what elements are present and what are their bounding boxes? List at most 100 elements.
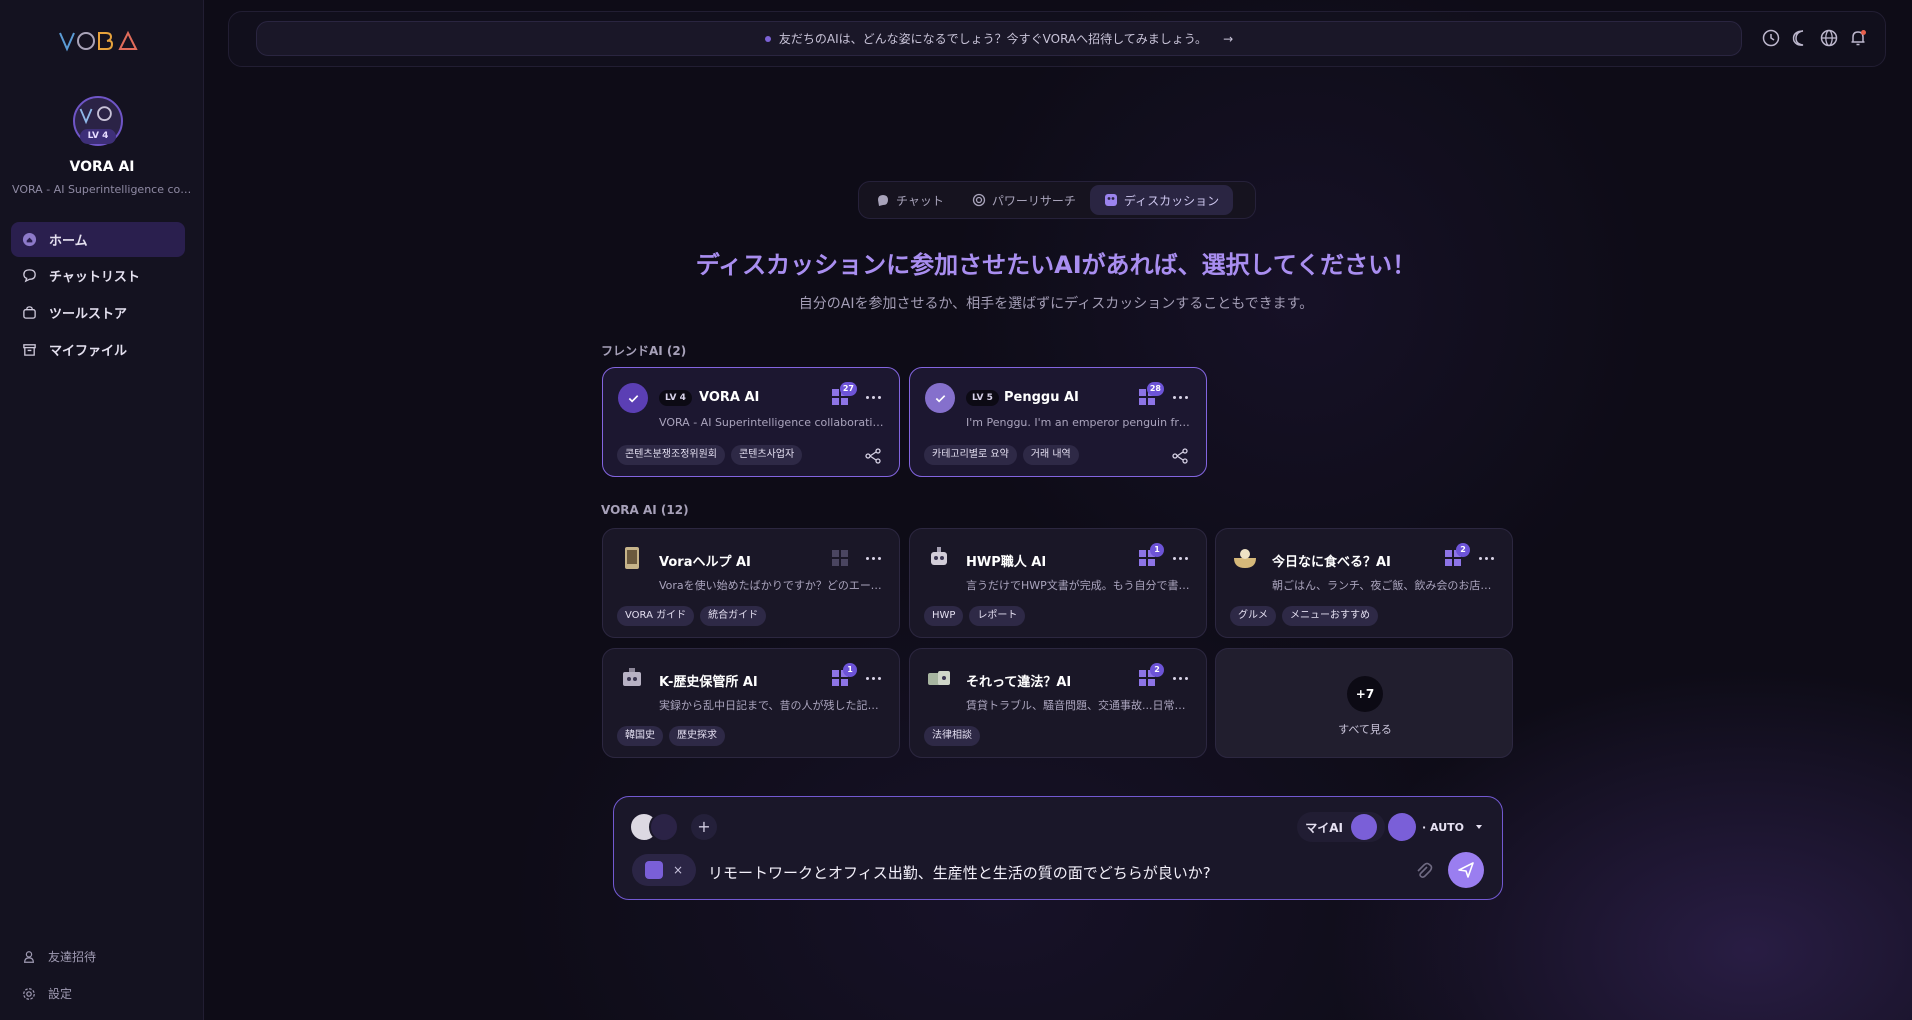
my-ai-toggle[interactable]: マイAI <box>1297 812 1385 842</box>
vora-card-food-ai[interactable]: 今日なに食べる？AI 2 朝ごはん、ランチ、夜ご飯、飲み会のお店ま... グルメ… <box>1215 528 1513 638</box>
settings-button[interactable]: 設定 <box>22 985 72 1002</box>
see-all-count: +7 <box>1347 676 1383 712</box>
card-name: HWP職人 AI <box>966 555 1047 570</box>
card-tag: 거래 내역 <box>1022 445 1079 465</box>
more-options-icon[interactable] <box>866 396 881 399</box>
chevron-down-icon <box>1476 825 1482 829</box>
invite-friend-button[interactable]: 友達招待 <box>22 948 96 965</box>
more-options-icon[interactable] <box>1173 396 1188 399</box>
tools-icon[interactable]: 1 <box>1138 543 1164 569</box>
history-icon[interactable] <box>1762 29 1780 47</box>
tools-count: 2 <box>1456 543 1470 557</box>
selected-check-icon[interactable] <box>925 383 955 413</box>
share-icon[interactable] <box>1172 448 1188 464</box>
tools-icon[interactable]: 27 <box>831 382 857 408</box>
participant-avatars[interactable] <box>629 812 679 842</box>
tab-discussion-label: ディスカッション <box>1123 193 1220 208</box>
gear-icon <box>23 987 35 1000</box>
more-options-icon[interactable] <box>1173 557 1188 560</box>
vora-card-legal-ai[interactable]: それって違法？AI 2 賃貸トラブル、騒音問題、交通事故...日常に... 法律… <box>909 648 1207 758</box>
announcement-banner[interactable]: 友だちのAIは、どんな姿になるでしょう？今すぐVORAへ招待してみましょう。 → <box>256 21 1742 56</box>
add-participant-button[interactable]: + <box>691 814 717 840</box>
more-options-icon[interactable] <box>1173 677 1188 680</box>
card-tag: 콘텐츠분쟁조정위원회 <box>617 445 725 465</box>
mode-tabs: チャット パワーリサーチ ディスカッション <box>858 181 1256 219</box>
discussion-icon <box>644 861 663 879</box>
more-options-icon[interactable] <box>866 677 881 680</box>
profile-desc: VORA - AI Superintelligence coll... <box>12 183 197 196</box>
globe-icon[interactable] <box>1820 29 1838 47</box>
send-button[interactable] <box>1448 852 1484 888</box>
research-icon <box>972 193 986 207</box>
card-name: それって違法？AI <box>966 675 1072 690</box>
tools-icon[interactable]: 2 <box>1444 543 1470 569</box>
card-tag: グルメ <box>1230 606 1276 626</box>
friend-card-penggu-ai[interactable]: LV 5 Penggu AI 28 I'm Penggu. I'm an emp… <box>909 367 1207 477</box>
tools-count: 1 <box>843 663 857 677</box>
card-tag: 法律相談 <box>924 726 980 746</box>
friend-card-vora-ai[interactable]: LV 4 VORA AI 27 VORA - AI Superintellige… <box>602 367 900 477</box>
profile-name: VORA AI <box>69 159 135 175</box>
card-tag: レポート <box>969 606 1026 626</box>
announcement-dot <box>764 35 771 42</box>
card-name: 今日なに食べる？AI <box>1272 555 1391 570</box>
mode-select[interactable]: · AUTO <box>1388 812 1484 842</box>
friend-ai-section-label: フレンドAI (2) <box>601 344 687 358</box>
vora-card-help-ai[interactable]: Voraヘルプ AI Voraを使い始めたばかりですか？どのエージ... VOR… <box>602 528 900 638</box>
tools-icon[interactable]: 28 <box>1138 382 1164 408</box>
discussion-mode-chip[interactable]: × <box>632 854 696 886</box>
archive-icon <box>23 344 36 356</box>
my-ai-avatar <box>1351 814 1377 840</box>
discussion-icon <box>1104 194 1117 206</box>
card-tag: 統合ガイド <box>700 606 767 626</box>
vora-card-hwp-ai[interactable]: HWP職人 AI 1 言うだけでHWP文書が完成。もう自分で書く... HWP … <box>909 528 1207 638</box>
chat-bubble-icon <box>878 195 888 206</box>
tab-chat[interactable]: チャット <box>862 185 958 215</box>
tab-power-research[interactable]: パワーリサーチ <box>958 185 1090 215</box>
paperclip-icon[interactable] <box>1414 861 1434 881</box>
vora-logo[interactable] <box>58 30 138 52</box>
see-all-label: すべて見る <box>1338 723 1392 736</box>
share-icon[interactable] <box>865 448 881 464</box>
more-options-icon[interactable] <box>1479 557 1494 560</box>
message-input[interactable]: リモートワークとオフィス出勤、生産性と生活の質の面でどちらが良いか? <box>708 862 1211 883</box>
card-tag: 카테고리별로 요약 <box>924 445 1017 465</box>
card-tag: 歴史探求 <box>669 726 725 746</box>
card-name: K-歴史保管所 AI <box>659 675 758 690</box>
tools-count: 27 <box>839 382 857 396</box>
card-name: Penggu AI <box>1004 390 1079 405</box>
tools-icon[interactable] <box>831 549 851 569</box>
card-desc: VORA - AI Superintelligence collaboratin… <box>659 416 885 429</box>
vora-ai-section-label: VORA AI (12) <box>601 503 689 517</box>
vora-avatar <box>649 812 679 842</box>
mode-select-label: · AUTO <box>1422 820 1464 834</box>
card-desc: I'm Penggu. I'm an emperor penguin from … <box>966 416 1192 429</box>
invite-friend-label: 友達招待 <box>48 950 97 964</box>
sidebar: LV 4 VORA AI VORA - AI Superintelligence… <box>0 0 204 1020</box>
tab-discussion[interactable]: ディスカッション <box>1089 185 1234 215</box>
nav-my-files[interactable]: マイファイル <box>11 332 185 367</box>
page-subline: 自分のAIを参加させるか、相手を選ばずにディスカッションすることもできます。 <box>798 296 1314 312</box>
tab-power-research-label: パワーリサーチ <box>991 193 1076 208</box>
my-ai-label: マイAI <box>1305 820 1343 835</box>
card-level-badge: LV 4 <box>659 390 692 406</box>
more-options-icon[interactable] <box>866 557 881 560</box>
robot-icon <box>623 668 641 686</box>
page-headline: ディスカッションに参加させたいAIがあれば、選択してください！ <box>695 251 1417 279</box>
tools-icon[interactable]: 1 <box>831 663 857 689</box>
selected-check-icon[interactable] <box>618 383 648 413</box>
vora-card-history-ai[interactable]: K-歴史保管所 AI 1 実録から乱中日記まで、昔の人が残した記録... 韓国史… <box>602 648 900 758</box>
tools-icon[interactable]: 2 <box>1138 663 1164 689</box>
card-tag: 콘텐츠사업자 <box>731 445 803 465</box>
moon-icon[interactable] <box>1791 29 1809 47</box>
see-all-card[interactable]: +7 すべて見る <box>1215 648 1513 758</box>
close-icon[interactable]: × <box>673 863 683 877</box>
top-bar: 友だちのAIは、どんな姿になるでしょう？今すぐVORAへ招待してみましょう。 → <box>228 11 1886 67</box>
bell-icon[interactable] <box>1849 29 1867 47</box>
user-icon <box>24 950 34 963</box>
card-desc: 朝ごはん、ランチ、夜ご飯、飲み会のお店ま... <box>1272 579 1498 592</box>
card-name: VORA AI <box>699 390 760 405</box>
card-desc: 実録から乱中日記まで、昔の人が残した記録... <box>659 699 885 712</box>
tools-count: 1 <box>1150 543 1164 557</box>
card-name: Voraヘルプ AI <box>659 555 751 570</box>
